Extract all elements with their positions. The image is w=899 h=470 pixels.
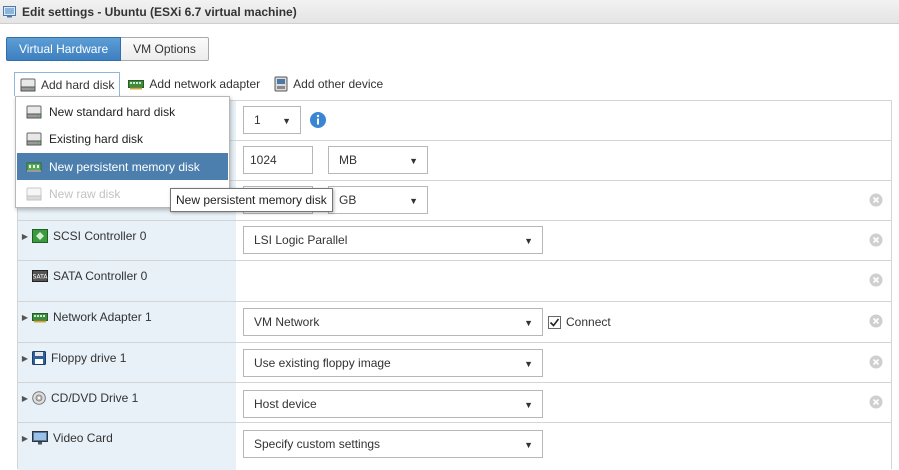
add-hard-disk-label: Add hard disk <box>41 77 115 92</box>
floppy-drive-row: ▶ Floppy drive 1 Use existing floppy ima… <box>18 342 891 383</box>
add-hard-disk-button[interactable]: Add hard disk <box>14 72 121 96</box>
hardware-toolbar: Add hard disk Add network adapter Add ot… <box>14 72 391 96</box>
expand-icon[interactable]: ▶ <box>18 232 32 241</box>
expand-icon[interactable]: ▶ <box>18 394 32 403</box>
remove-icon[interactable] <box>869 395 883 409</box>
remove-icon[interactable] <box>869 233 883 247</box>
memory-unit-select[interactable]: MB ▼ <box>328 146 428 174</box>
menu-item-new-persistent-memory-disk[interactable]: New persistent memory disk <box>17 153 228 180</box>
remove-icon[interactable] <box>869 355 883 369</box>
menu-item-existing-hard-disk[interactable]: Existing hard disk <box>17 125 228 152</box>
sata-controller-icon: SATA <box>32 270 48 282</box>
menu-item-new-standard-hard-disk[interactable]: New standard hard disk <box>17 98 228 125</box>
cd-dvd-drive-row: ▶ CD/DVD Drive 1 Host device ▼ <box>18 382 891 423</box>
remove-icon[interactable] <box>869 314 883 328</box>
expand-icon[interactable]: ▶ <box>18 313 32 322</box>
settings-tabs: Virtual Hardware VM Options <box>6 37 209 61</box>
connect-label: Connect <box>566 315 611 329</box>
cd-icon <box>32 391 46 405</box>
remove-icon[interactable] <box>869 193 883 207</box>
add-other-device-label: Add other device <box>293 77 384 91</box>
tooltip: New persistent memory disk <box>170 188 333 212</box>
chevron-down-icon: ▼ <box>524 236 533 246</box>
cdrom-select[interactable]: Host device ▼ <box>243 390 543 418</box>
hard-disk-icon <box>26 187 42 200</box>
window-titlebar: Edit settings - Ubuntu (ESXi 6.7 virtual… <box>0 0 899 24</box>
connect-checkbox[interactable] <box>548 316 561 329</box>
cpu-count-select[interactable]: 1 ▼ <box>243 106 301 134</box>
video-card-row: ▶ Video Card Specify custom settings ▼ <box>18 422 891 470</box>
chevron-down-icon: ▼ <box>524 318 533 328</box>
floppy-icon <box>32 351 46 365</box>
window-title: Edit settings - Ubuntu (ESXi 6.7 virtual… <box>22 4 297 19</box>
scsi-controller-icon <box>32 229 48 243</box>
add-other-device-button[interactable]: Add other device <box>268 72 389 96</box>
chevron-down-icon: ▼ <box>409 156 418 166</box>
tab-vm-options[interactable]: VM Options <box>121 37 209 61</box>
sata-controller-row: SATA SATA Controller 0 <box>18 260 891 301</box>
network-adapter-icon <box>32 313 48 323</box>
scsi-type-select[interactable]: LSI Logic Parallel ▼ <box>243 226 543 254</box>
floppy-select[interactable]: Use existing floppy image ▼ <box>243 349 543 377</box>
expand-icon[interactable]: ▶ <box>18 354 32 363</box>
hard-disk-icon <box>20 78 36 91</box>
vm-edit-icon <box>3 5 16 17</box>
chevron-down-icon: ▼ <box>524 400 533 410</box>
expand-icon[interactable]: ▶ <box>18 434 32 443</box>
monitor-icon <box>32 431 48 445</box>
add-network-adapter-label: Add network adapter <box>149 77 261 91</box>
hard-disk-icon <box>26 132 42 145</box>
network-adapter-row: ▶ Network Adapter 1 VM Network ▼ Connect <box>18 301 891 342</box>
hard-disk-icon <box>26 105 42 118</box>
scsi-controller-row: ▶ SCSI Controller 0 LSI Logic Parallel ▼ <box>18 220 891 261</box>
remove-icon[interactable] <box>869 273 883 287</box>
chevron-down-icon: ▼ <box>524 359 533 369</box>
chevron-down-icon: ▼ <box>409 196 418 206</box>
memory-disk-icon <box>26 162 42 172</box>
checkmark-icon <box>549 318 560 327</box>
tab-virtual-hardware[interactable]: Virtual Hardware <box>6 37 122 61</box>
video-settings-select[interactable]: Specify custom settings ▼ <box>243 430 543 458</box>
disk-unit-select[interactable]: GB ▼ <box>328 186 428 214</box>
network-select[interactable]: VM Network ▼ <box>243 308 543 336</box>
info-icon[interactable] <box>309 111 327 129</box>
device-icon <box>274 76 288 92</box>
add-network-adapter-button[interactable]: Add network adapter <box>122 72 266 96</box>
chevron-down-icon: ▼ <box>524 440 533 450</box>
memory-size-input[interactable]: 1024 <box>243 146 313 174</box>
network-adapter-icon <box>128 80 145 90</box>
chevron-down-icon: ▼ <box>282 116 291 126</box>
svg-text:SATA: SATA <box>33 274 48 281</box>
